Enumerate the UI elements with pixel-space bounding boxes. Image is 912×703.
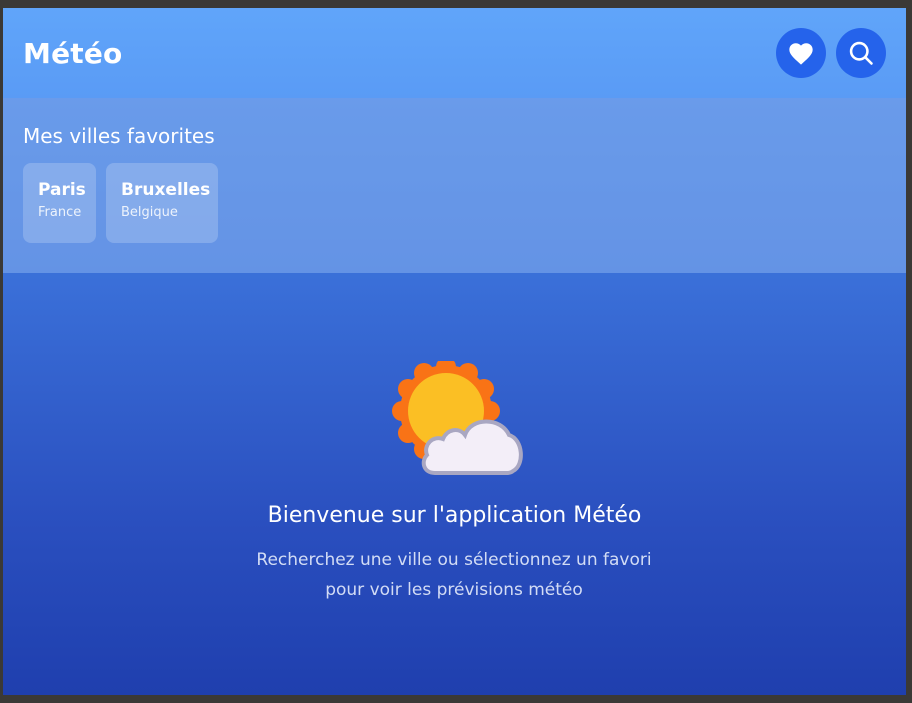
favorites-heading: Mes villes favorites xyxy=(23,124,215,148)
app-window: Météo Mes villes favorites Paris France … xyxy=(3,8,906,695)
favorite-city-country: France xyxy=(38,205,82,220)
favorite-city-country: Belgique xyxy=(121,205,178,220)
partly-cloudy-icon xyxy=(392,361,523,475)
favorites-section: Mes villes favorites Paris France Bruxel… xyxy=(3,98,906,273)
welcome-title: Bienvenue sur l'application Météo xyxy=(267,503,642,528)
favorite-city-name: Paris xyxy=(38,180,86,200)
favorite-city-name: Bruxelles xyxy=(121,180,211,200)
favorite-city-card[interactable]: Paris France xyxy=(23,163,96,243)
search-button[interactable] xyxy=(836,28,886,78)
search-icon xyxy=(849,41,873,65)
favorite-city-card[interactable]: Bruxelles Belgique xyxy=(106,163,218,243)
app-header: Météo xyxy=(3,8,906,98)
heart-icon xyxy=(789,43,813,65)
favorites-button[interactable] xyxy=(776,28,826,78)
welcome-description: Recherchez une ville ou sélectionnez un … xyxy=(256,550,652,600)
app-title: Météo xyxy=(23,37,123,70)
welcome-panel: Bienvenue sur l'application Météo Recher… xyxy=(3,273,906,695)
